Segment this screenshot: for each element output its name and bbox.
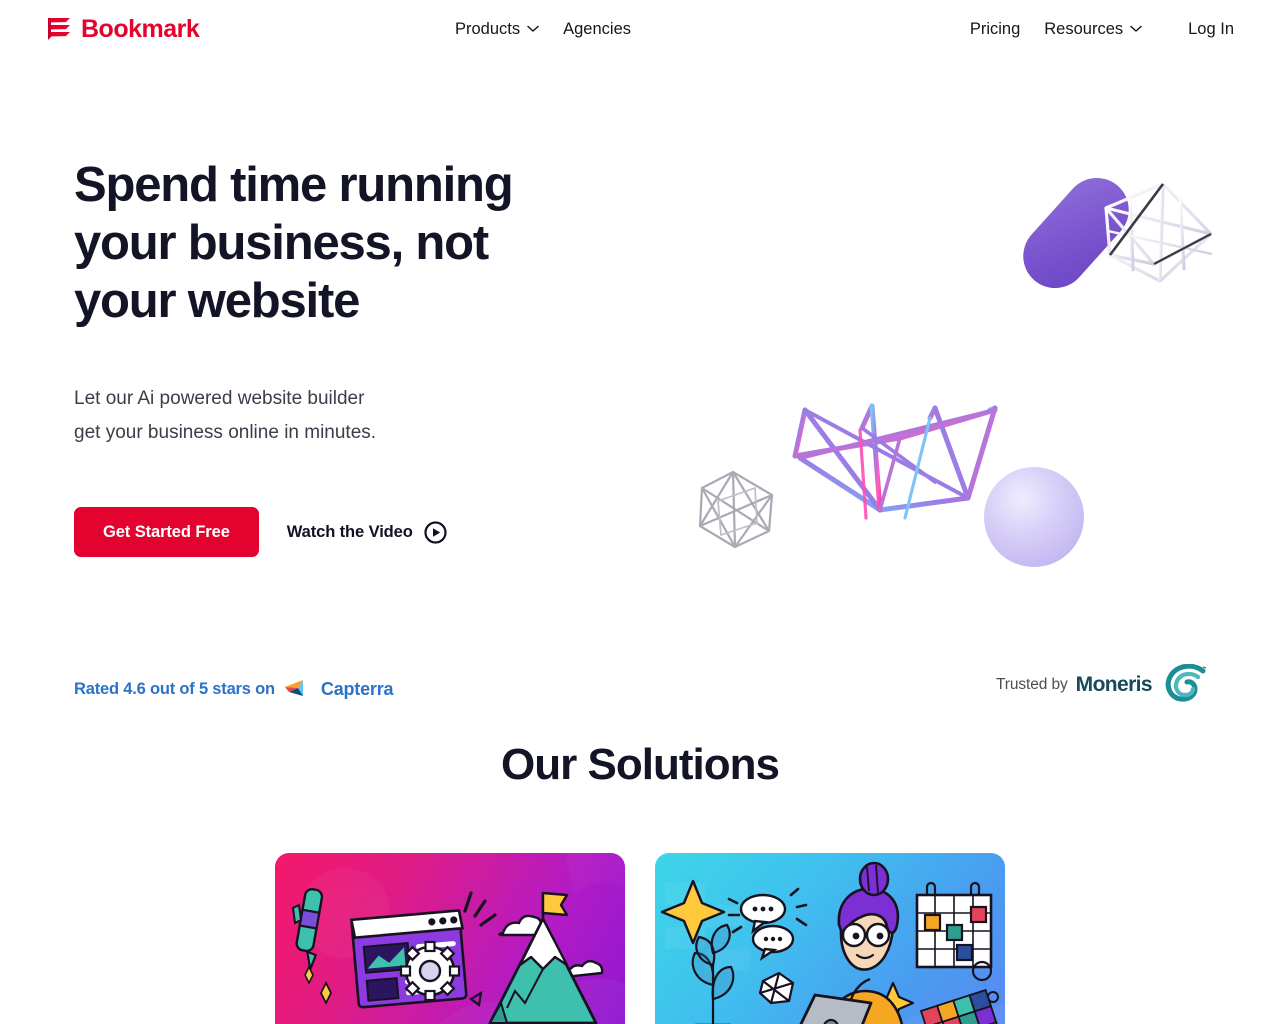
calendar-icon xyxy=(915,881,993,969)
hero-title-line-1: Spend time running xyxy=(74,158,514,212)
gray-wireframe-icosahedron xyxy=(698,470,774,549)
brand-name: Bookmark xyxy=(81,14,200,43)
plant-icon xyxy=(691,923,735,1024)
watch-video-label: Watch the Video xyxy=(286,522,413,541)
lavender-gradient-sphere xyxy=(984,467,1084,567)
nav-item-resources-label: Resources xyxy=(1044,19,1124,38)
site-header: Bookmark Products Agencies Pricing Resou… xyxy=(0,0,1280,58)
play-circle-icon xyxy=(424,520,447,544)
capterra-arrow-icon xyxy=(284,680,303,696)
hero-title-line-3: your website xyxy=(74,274,360,328)
hero-title-line-2: your business, not xyxy=(74,216,489,270)
moneris-name: Moneris xyxy=(1075,673,1153,696)
nav-item-pricing[interactable]: Pricing xyxy=(970,21,1020,38)
solution-card-design-service[interactable] xyxy=(655,853,1005,1024)
mountain-icon xyxy=(488,891,598,1024)
solutions-section: Our Solutions xyxy=(0,740,1280,1024)
capterra-rating[interactable]: Rated 4.6 out of 5 stars on Capterra xyxy=(74,678,394,700)
nav-item-login-label: Log In xyxy=(1188,19,1234,38)
hero-subtitle-line-2: get your business online in minutes. xyxy=(74,422,377,443)
nav-item-agencies[interactable]: Agencies xyxy=(563,21,631,38)
pink-blue-wireframe-lattice xyxy=(792,403,998,520)
hero-subtitle-line-1: Let our Ai powered website builder xyxy=(74,388,365,409)
solution-card-website-builder[interactable] xyxy=(275,853,625,1024)
solutions-card-list xyxy=(0,853,1280,1024)
purple-capsule-shape xyxy=(1023,177,1129,289)
website-builder-illustration xyxy=(291,887,604,1024)
solutions-title: Our Solutions xyxy=(501,740,780,789)
bookmark-stacked-bars-icon xyxy=(48,18,70,40)
hero-title: Spend time running your business, not yo… xyxy=(74,156,634,330)
gear-icon xyxy=(399,940,461,1002)
secondary-nav: Pricing Resources Log In xyxy=(970,0,1234,58)
chevron-down-icon xyxy=(527,25,539,32)
capterra-name: Capterra xyxy=(320,678,394,699)
primary-nav: Products Agencies xyxy=(455,0,631,58)
nav-item-agencies-label: Agencies xyxy=(563,19,632,38)
hero-subtitle: Let our Ai powered website builder get y… xyxy=(74,382,634,450)
chevron-down-icon xyxy=(1130,25,1142,32)
nav-item-products-label: Products xyxy=(455,19,521,38)
white-wireframe-octahedron xyxy=(1104,182,1213,283)
trusted-by-label: Trusted by xyxy=(996,676,1068,693)
brand-logo[interactable]: Bookmark xyxy=(46,14,200,43)
watch-video-link[interactable]: Watch the Video xyxy=(286,520,447,544)
nav-item-pricing-label: Pricing xyxy=(969,19,1021,38)
moneris-swirl-icon xyxy=(1165,664,1207,702)
nav-item-resources[interactable]: Resources xyxy=(1044,21,1142,38)
capterra-rating-text: Rated 4.6 out of 5 stars on xyxy=(74,679,275,698)
nav-item-login[interactable]: Log In xyxy=(1166,21,1234,38)
nav-item-products[interactable]: Products xyxy=(455,21,539,38)
hero-copy: Spend time running your business, not yo… xyxy=(74,156,634,557)
hero-section: Spend time running your business, not yo… xyxy=(0,58,1280,718)
designer-at-laptop-illustration xyxy=(660,861,1005,1024)
small-polyhedron-icon xyxy=(758,971,795,1005)
hero-cta-row: Get Started Free Watch the Video xyxy=(74,507,634,557)
get-started-free-button[interactable]: Get Started Free xyxy=(74,507,259,557)
trusted-by-badge: Trusted by Moneris xyxy=(996,664,1208,706)
